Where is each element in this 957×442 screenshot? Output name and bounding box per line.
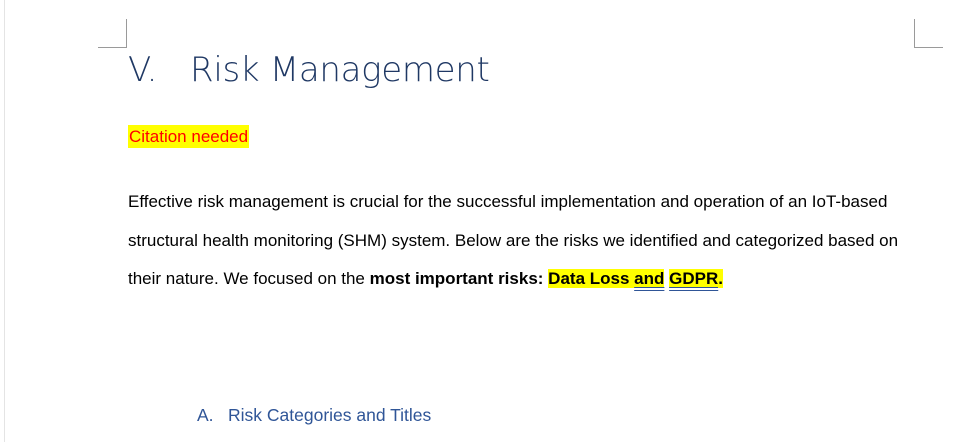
document-page[interactable]: V. Risk Management Citation needed Effect… (0, 0, 957, 442)
section-number: V. (128, 50, 158, 90)
highlight-data-loss: Data Loss (548, 269, 635, 288)
subsection-heading[interactable]: A. Risk Categories and Titles (197, 405, 431, 426)
margin-corner-left (98, 19, 127, 48)
page-edge (4, 0, 5, 442)
section-title: Risk Management (190, 50, 490, 90)
paragraph-end-period: . (718, 269, 723, 288)
body-paragraph[interactable]: Effective risk management is crucial for… (128, 183, 918, 299)
margin-corner-right (914, 19, 943, 48)
citation-needed-note[interactable]: Citation needed (128, 125, 250, 148)
paragraph-bold-text: most important risks: (369, 269, 549, 288)
subsection-number: A. (197, 405, 214, 425)
highlight-gdpr: GDPR (669, 269, 719, 288)
subsection-title: Risk Categories and Titles (228, 405, 432, 425)
highlight-and: and (634, 269, 665, 288)
section-heading[interactable]: V. Risk Management (128, 50, 490, 90)
